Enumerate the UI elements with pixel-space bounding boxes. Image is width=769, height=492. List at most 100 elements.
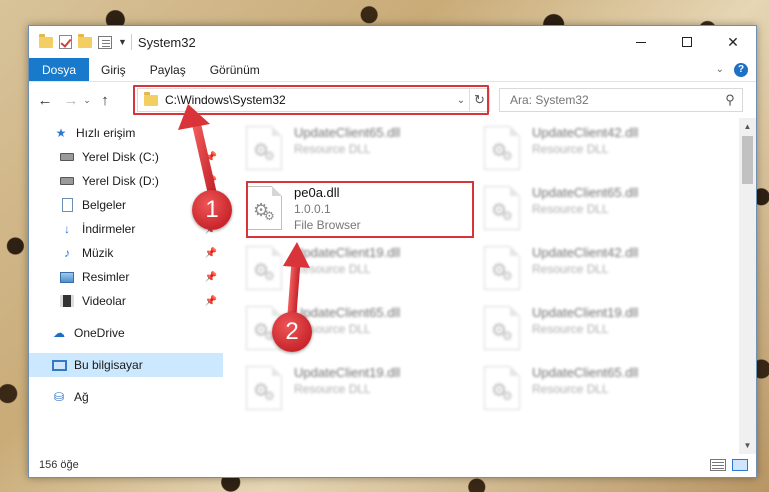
dll-file-icon: ⚙ ⚙ xyxy=(484,126,520,170)
title-separator xyxy=(130,34,132,50)
file-item[interactable]: ⚙ ⚙ UpdateClient65.dll Resource DLL xyxy=(462,362,690,418)
sidebar-item-label: Resimler xyxy=(82,270,130,284)
star-icon: ★ xyxy=(55,126,67,140)
file-name: UpdateClient65.dll xyxy=(294,125,401,140)
file-description: Resource DLL xyxy=(532,382,609,396)
file-description: Resource DLL xyxy=(294,382,371,396)
sidebar-item-label: Yerel Disk (D:) xyxy=(82,174,159,188)
pin-icon[interactable]: 📌 xyxy=(205,272,217,283)
file-item[interactable]: ⚙ ⚙ UpdateClient42.dll Resource DLL xyxy=(462,122,690,178)
tab-share[interactable]: Paylaş xyxy=(138,58,198,81)
sidebar-item-downloads[interactable]: ↓ İndirmeler 📌 xyxy=(29,217,223,241)
item-count: 156 öğe xyxy=(39,459,79,471)
title-bar: ▼ System32 ✕ xyxy=(29,26,756,58)
refresh-icon[interactable]: ↻ xyxy=(469,89,489,111)
view-buttons xyxy=(710,459,756,471)
address-path[interactable]: C:\Windows\System32 xyxy=(165,93,453,107)
qat-dropdown-icon[interactable]: ▼ xyxy=(118,37,127,47)
file-name: UpdateClient65.dll xyxy=(532,365,639,380)
window-controls: ✕ xyxy=(618,26,756,58)
pin-icon[interactable]: 📌 xyxy=(205,248,217,259)
step-1-badge: 1 xyxy=(192,190,232,230)
computer-icon xyxy=(51,358,67,372)
tab-home[interactable]: Giriş xyxy=(89,58,138,81)
file-item[interactable]: ⚙ ⚙ UpdateClient19.dll Resource DLL xyxy=(462,302,690,358)
tiles-view-icon[interactable] xyxy=(732,459,748,471)
file-item[interactable]: ⚙ ⚙ UpdateClient65.dll Resource DLL xyxy=(462,182,690,238)
sidebar-item-label: Müzik xyxy=(82,246,114,260)
vertical-scrollbar[interactable]: ▲ ▼ xyxy=(739,118,756,454)
cloud-icon: ☁ xyxy=(53,326,65,340)
minimize-button[interactable] xyxy=(618,26,664,58)
status-bar: 156 öğe xyxy=(29,453,756,477)
ribbon-right: ⌄ ? xyxy=(716,58,756,81)
scroll-up-icon[interactable]: ▲ xyxy=(739,118,756,135)
scroll-thumb[interactable] xyxy=(742,136,753,184)
search-icon[interactable]: ⚲ xyxy=(718,92,742,108)
sidebar-item-label: Yerel Disk (C:) xyxy=(82,150,159,164)
network-icon: ⛁ xyxy=(53,390,65,404)
customize-list-icon[interactable] xyxy=(98,35,112,49)
file-list: ⚙ ⚙ UpdateClient65.dll Resource DLL ⚙ ⚙ Upd… xyxy=(224,118,740,454)
file-description: Resource DLL xyxy=(532,142,609,156)
file-item[interactable]: ⚙ ⚙ UpdateClient19.dll Resource DLL xyxy=(224,362,452,418)
file-item[interactable]: ⚙ ⚙ UpdateClient65.dll Resource DLL xyxy=(224,302,452,358)
maximize-icon xyxy=(682,37,692,47)
sidebar-item-label: Bu bilgisayar xyxy=(74,358,143,372)
music-icon: ♪ xyxy=(64,246,70,260)
sidebar-item-label: Ağ xyxy=(74,390,89,404)
sidebar-item-this-pc[interactable]: Bu bilgisayar xyxy=(29,353,223,377)
drive-icon xyxy=(59,150,75,164)
pictures-icon xyxy=(59,270,75,284)
search-box[interactable]: ⚲ xyxy=(499,88,743,112)
file-name: UpdateClient65.dll xyxy=(294,305,401,320)
address-bar[interactable]: C:\Windows\System32 ⌄ ↻ xyxy=(137,88,490,112)
file-name: UpdateClient65.dll xyxy=(532,185,639,200)
close-icon: ✕ xyxy=(727,33,739,50)
search-input[interactable] xyxy=(510,93,718,107)
close-button[interactable]: ✕ xyxy=(710,26,756,58)
file-item[interactable]: ⚙ ⚙ UpdateClient19.dll Resource DLL xyxy=(224,242,452,298)
address-folder-icon xyxy=(144,91,158,106)
dll-file-icon: ⚙ ⚙ xyxy=(484,186,520,230)
sidebar-item-disk-d[interactable]: Yerel Disk (D:) 📌 xyxy=(29,169,223,193)
file-item[interactable]: ⚙ ⚙ UpdateClient42.dll Resource DLL xyxy=(462,242,690,298)
explorer-window: ▼ System32 ✕ Dosya Giriş Paylaş Görünüm … xyxy=(28,25,757,478)
properties-check-icon[interactable] xyxy=(59,35,72,49)
sidebar-item-onedrive[interactable]: ☁ OneDrive xyxy=(29,321,223,345)
up-arrow-icon[interactable]: ↑ xyxy=(93,92,117,109)
dll-file-icon: ⚙ ⚙ xyxy=(246,366,282,410)
recent-locations-chevron-icon[interactable]: ⌄ xyxy=(81,95,93,106)
dll-file-icon: ⚙ ⚙ xyxy=(484,366,520,410)
maximize-button[interactable] xyxy=(664,26,710,58)
window-title: System32 xyxy=(137,34,196,50)
file-item-pe0a[interactable]: ⚙ ⚙ pe0a.dll 1.0.0.1 File Browser xyxy=(224,182,452,238)
pin-icon[interactable]: 📌 xyxy=(205,176,217,187)
sidebar-item-music[interactable]: ♪ Müzik 📌 xyxy=(29,241,223,265)
navigation-pane: ★ Hızlı erişim Yerel Disk (C:) 📌 Yerel D… xyxy=(29,121,223,454)
document-icon xyxy=(59,198,75,212)
sidebar-item-disk-c[interactable]: Yerel Disk (C:) 📌 xyxy=(29,145,223,169)
sidebar-item-pictures[interactable]: Resimler 📌 xyxy=(29,265,223,289)
pin-icon[interactable]: 📌 xyxy=(205,152,217,163)
file-description: Resource DLL xyxy=(294,262,371,276)
address-dropdown-icon[interactable]: ⌄ xyxy=(453,95,469,106)
dll-file-icon: ⚙ ⚙ xyxy=(246,126,282,170)
sidebar-item-videos[interactable]: Videolar 📌 xyxy=(29,289,223,313)
file-name: pe0a.dll xyxy=(294,185,340,200)
details-view-icon[interactable] xyxy=(710,459,726,471)
dll-file-icon: ⚙ ⚙ xyxy=(484,306,520,350)
pin-icon[interactable]: 📌 xyxy=(205,296,217,307)
sidebar-item-network[interactable]: ⛁ Ağ xyxy=(29,385,223,409)
sidebar-item-label: OneDrive xyxy=(74,326,125,340)
tab-view[interactable]: Görünüm xyxy=(198,58,272,81)
scroll-down-icon[interactable]: ▼ xyxy=(739,437,756,454)
forward-arrow-icon[interactable]: → xyxy=(61,92,81,109)
sidebar-item-quick-access[interactable]: ★ Hızlı erişim xyxy=(29,121,223,145)
help-icon[interactable]: ? xyxy=(734,62,748,77)
expand-ribbon-chevron-icon[interactable]: ⌄ xyxy=(716,64,724,75)
tab-file[interactable]: Dosya xyxy=(29,58,90,81)
back-arrow-icon[interactable]: ← xyxy=(35,92,55,109)
new-folder-icon[interactable] xyxy=(78,33,92,48)
file-item[interactable]: ⚙ ⚙ UpdateClient65.dll Resource DLL xyxy=(224,122,452,178)
